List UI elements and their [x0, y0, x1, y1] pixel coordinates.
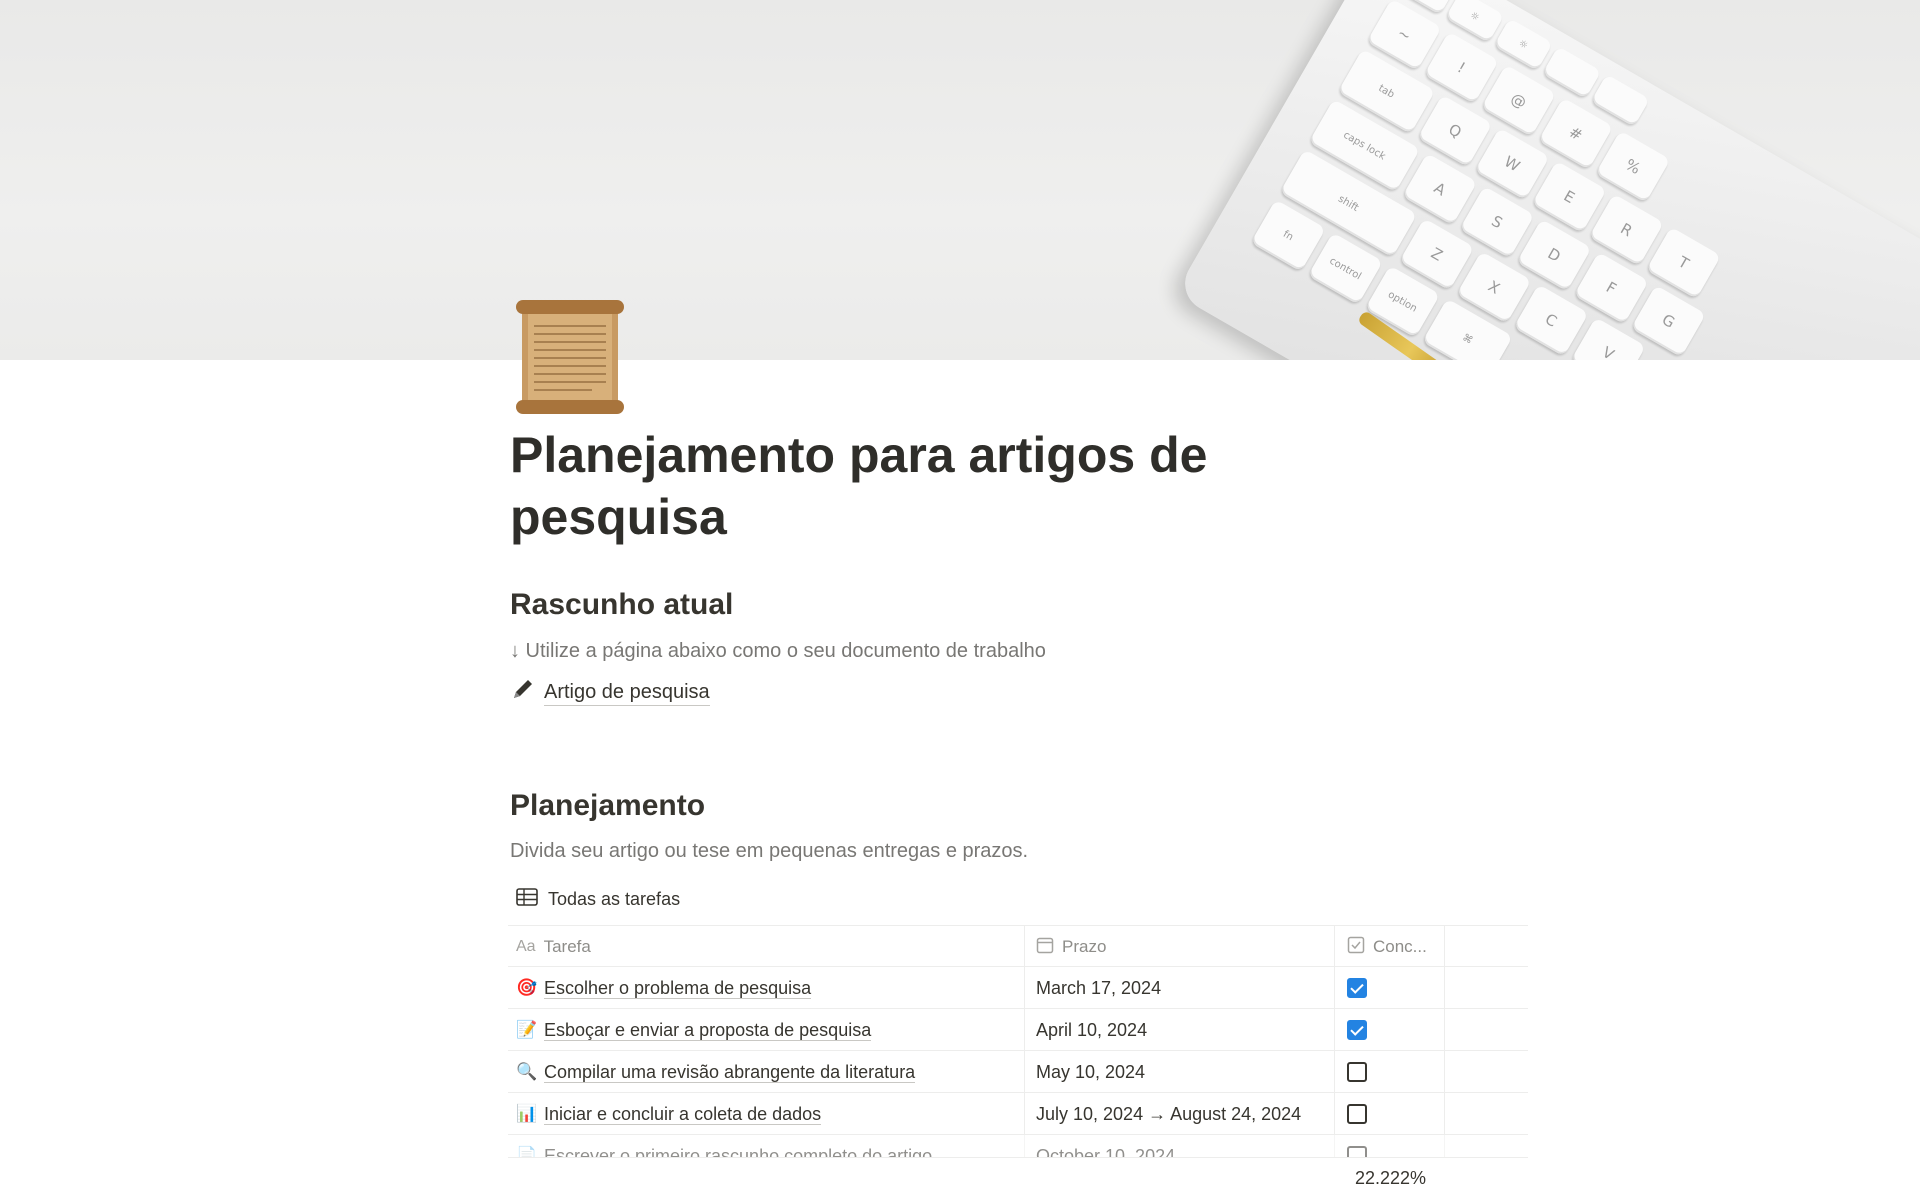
done-checkbox[interactable]: [1347, 978, 1367, 998]
checkbox-icon: [1347, 936, 1365, 959]
task-name[interactable]: Esboçar e enviar a proposta de pesquisa: [544, 1020, 872, 1041]
draft-hint: ↓ Utilize a página abaixo como o seu doc…: [510, 640, 1046, 662]
task-name[interactable]: Iniciar e concluir a coleta de dados: [544, 1104, 822, 1125]
deadline-cell[interactable]: March 17, 2024: [1025, 967, 1335, 1009]
table-row[interactable]: 🔍 Compilar uma revisão abrangente da lit…: [508, 1051, 1528, 1093]
bar-chart-icon: 📊: [516, 1104, 538, 1124]
scroll-icon[interactable]: [512, 298, 628, 416]
task-name[interactable]: Escolher o problema de pesquisa: [544, 978, 812, 999]
planning-description: Divida seu artigo ou tese em pequenas en…: [510, 840, 1029, 862]
target-icon: 🎯: [516, 978, 538, 998]
done-checkbox[interactable]: [1347, 1020, 1367, 1040]
table-header-row: Aa Tarefa Prazo Conc...: [508, 925, 1528, 968]
tasks-table: Aa Tarefa Prazo Conc... 🎯 Escolher o pro…: [508, 925, 1528, 1177]
magnifier-icon: 🔍: [516, 1062, 538, 1082]
deadline-cell[interactable]: July 10, 2024 → August 24, 2024: [1025, 1093, 1335, 1135]
column-header-empty: [1445, 926, 1528, 968]
section-heading-draft: Rascunho atual: [510, 588, 734, 621]
calendar-icon: [1036, 936, 1054, 959]
table-row[interactable]: 🎯 Escolher o problema de pesquisa March …: [508, 967, 1528, 1009]
page-title[interactable]: Planejamento para artigos de pesquisa: [510, 424, 1410, 548]
text-property-icon: Aa: [516, 938, 536, 955]
page-link-label: Artigo de pesquisa: [544, 681, 710, 706]
done-percent-calculation[interactable]: 22.222%: [1355, 1168, 1426, 1189]
done-checkbox[interactable]: [1347, 1062, 1367, 1082]
deadline-cell[interactable]: May 10, 2024: [1025, 1051, 1335, 1093]
done-checkbox[interactable]: [1347, 1104, 1367, 1124]
pen-icon: [510, 678, 534, 708]
column-header-label: Prazo: [1062, 937, 1107, 956]
view-tab-label: Todas as tarefas: [548, 889, 681, 909]
deadline-cell[interactable]: April 10, 2024: [1025, 1009, 1335, 1051]
column-header-deadline[interactable]: Prazo: [1025, 926, 1335, 968]
task-name[interactable]: Compilar uma revisão abrangente da liter…: [544, 1062, 916, 1083]
memo-icon: 📝: [516, 1020, 538, 1040]
view-tab-all-tasks[interactable]: Todas as tarefas: [516, 888, 680, 911]
column-header-label: Conc...: [1373, 937, 1427, 956]
table-row[interactable]: 📝 Esboçar e enviar a proposta de pesquis…: [508, 1009, 1528, 1051]
column-header-task[interactable]: Aa Tarefa: [508, 926, 1025, 968]
table-row[interactable]: 📊 Iniciar e concluir a coleta de dados J…: [508, 1093, 1528, 1135]
column-header-done[interactable]: Conc...: [1335, 926, 1445, 968]
column-header-label: Tarefa: [543, 937, 591, 956]
page-link-research-article[interactable]: Artigo de pesquisa: [510, 678, 710, 708]
keyboard-illustration: esc ☼ ☼ ~ ! @ # % tab Q W E R T caps loc…: [1145, 0, 1920, 360]
section-heading-planning: Planejamento: [510, 789, 706, 822]
table-icon: [516, 888, 538, 911]
page-cover: esc ☼ ☼ ~ ! @ # % tab Q W E R T caps loc…: [0, 0, 1920, 360]
